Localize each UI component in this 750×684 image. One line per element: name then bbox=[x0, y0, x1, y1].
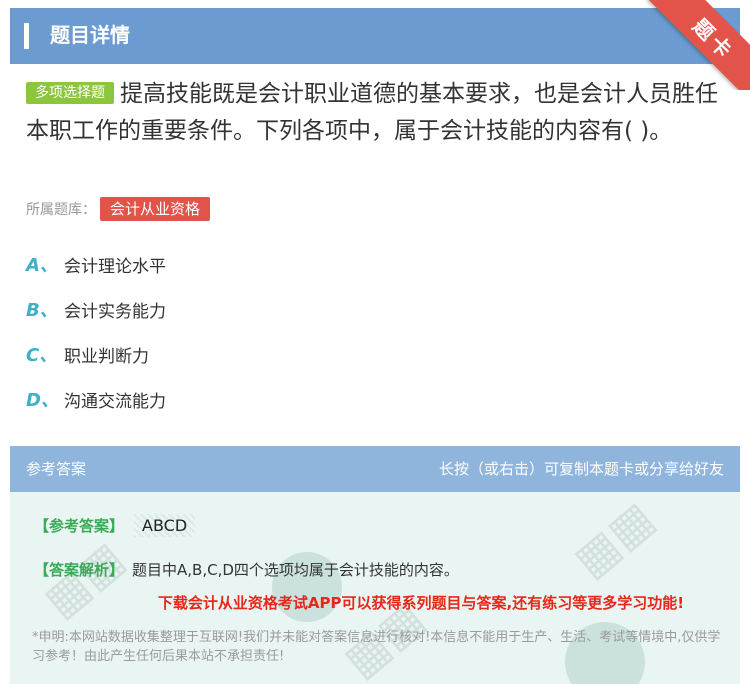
question-block: 多项选择题 提高技能既是会计职业道德的基本要求，也是会计人员胜任本职工作的重要条件… bbox=[26, 76, 726, 150]
answer-section-body: ▦▦ ▦▦ ▦▦ 【参考答案】 ABCD 【答案解析】 题目中A,B,C,D四个… bbox=[10, 492, 740, 684]
option-d[interactable]: D、 沟通交流能力 bbox=[26, 385, 166, 413]
option-text: 沟通交流能力 bbox=[64, 391, 166, 412]
question-bank-label: 所属题库： bbox=[26, 202, 96, 218]
option-letter: A、 bbox=[26, 255, 58, 276]
option-text: 会计实务能力 bbox=[64, 301, 166, 322]
option-letter: B、 bbox=[26, 300, 58, 321]
reference-answer-label: 【参考答案】 bbox=[34, 517, 125, 535]
question-bank-row: 所属题库： 会计从业资格 bbox=[26, 196, 211, 222]
option-text: 职业判断力 bbox=[64, 346, 149, 367]
ribbon-text: 题卡 bbox=[688, 13, 740, 65]
explanation-row: 【答案解析】 题目中A,B,C,D四个选项均属于会计技能的内容。 bbox=[34, 559, 459, 580]
option-c[interactable]: C、 职业判断力 bbox=[26, 340, 149, 368]
explanation-text: 题目中A,B,C,D四个选项均属于会计技能的内容。 bbox=[132, 561, 459, 579]
option-letter: C、 bbox=[26, 345, 58, 366]
answer-section-header: 参考答案 长按（或右击）可复制本题卡或分享给好友 bbox=[10, 446, 740, 492]
reference-answer-value: ABCD bbox=[134, 514, 196, 537]
app-download-promo[interactable]: 下载会计从业资格考试APP可以获得系列题目与答案,还有练习等更多学习功能! bbox=[10, 592, 740, 613]
watermark-glyph: ▦▦ bbox=[562, 492, 665, 588]
page-title: 题目详情 bbox=[50, 23, 130, 47]
option-a[interactable]: A、 会计理论水平 bbox=[26, 250, 166, 278]
disclaimer-text: *申明:本网站数据收集整理于互联网!我们并未能对答案信息进行核对!本信息不能用于… bbox=[32, 630, 721, 664]
option-text: 会计理论水平 bbox=[64, 256, 166, 277]
page-header: 题目详情 bbox=[10, 8, 740, 64]
option-letter: D、 bbox=[26, 390, 59, 411]
reference-answer-row: 【参考答案】 ABCD bbox=[34, 514, 196, 537]
question-type-badge: 多项选择题 bbox=[26, 82, 114, 104]
question-bank-tag[interactable]: 会计从业资格 bbox=[100, 197, 211, 221]
share-hint: 长按（或右击）可复制本题卡或分享给好友 bbox=[438, 460, 724, 478]
option-b[interactable]: B、 会计实务能力 bbox=[26, 295, 166, 323]
question-text: 提高技能既是会计职业道德的基本要求，也是会计人员胜任本职工作的重要条件。下列各项… bbox=[26, 81, 718, 144]
answer-section-title: 参考答案 bbox=[26, 460, 87, 478]
explanation-label: 【答案解析】 bbox=[34, 561, 125, 579]
header-accent-bar bbox=[24, 23, 29, 49]
